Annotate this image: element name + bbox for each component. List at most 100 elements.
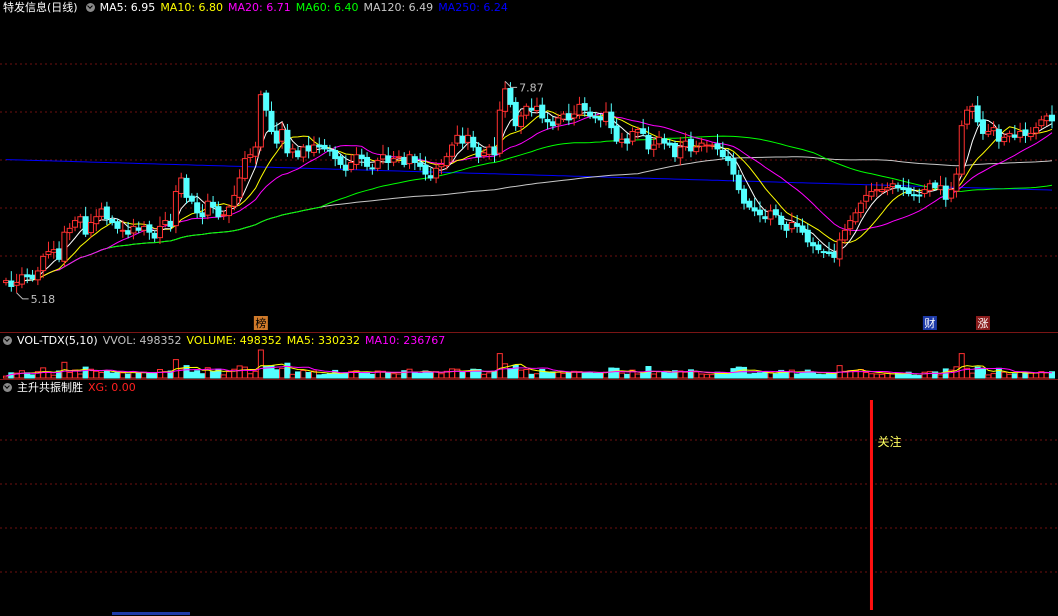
candle xyxy=(661,133,668,150)
chevron-down-icon[interactable] xyxy=(3,335,12,345)
volume-bar xyxy=(390,373,397,379)
candle xyxy=(77,213,84,229)
volume-bar xyxy=(257,349,264,379)
candle xyxy=(815,240,822,254)
volume-bar xyxy=(125,373,132,379)
candle xyxy=(656,130,663,148)
event-marker[interactable]: 榜 xyxy=(253,316,268,330)
candle xyxy=(188,193,195,205)
volume-bar xyxy=(300,369,307,379)
volume-bar xyxy=(77,373,84,379)
candle xyxy=(1033,122,1040,140)
candle xyxy=(953,167,960,198)
event-marker[interactable]: 涨 xyxy=(975,316,990,330)
candle xyxy=(884,182,891,196)
candle xyxy=(555,113,562,131)
volume-bar xyxy=(486,372,493,379)
volume-bar xyxy=(326,373,333,379)
candlestick-chart[interactable]: 7.87 5.18 榜 财 涨 xyxy=(0,16,1058,332)
volume-bar xyxy=(693,371,700,379)
candle xyxy=(231,185,238,211)
chevron-down-icon[interactable] xyxy=(85,2,95,12)
volume-bar xyxy=(518,369,525,379)
ma-label-5: MA250: 6.24 xyxy=(438,1,508,14)
volume-bar xyxy=(1033,372,1040,379)
candle xyxy=(1006,130,1013,143)
candle xyxy=(162,211,169,228)
candle xyxy=(34,266,41,286)
volume-bar xyxy=(279,367,286,379)
volume-legend: VVOL: 498352 VOLUME: 498352 MA5: 330232 MA1… xyxy=(103,334,451,347)
volume-bar xyxy=(820,374,827,379)
candle xyxy=(8,271,15,292)
candle xyxy=(369,163,376,175)
chevron-down-icon[interactable] xyxy=(3,382,12,392)
candle xyxy=(725,149,732,166)
volume-bar xyxy=(985,374,992,379)
volume-bar xyxy=(725,373,732,379)
svg-text:涨: 涨 xyxy=(977,317,988,330)
volume-bar xyxy=(369,373,376,379)
volume-bar xyxy=(98,372,105,379)
scroll-thumb[interactable] xyxy=(112,612,190,615)
volume-bar xyxy=(247,373,254,379)
ma-label-2: MA20: 6.71 xyxy=(228,1,291,14)
candle xyxy=(618,132,625,148)
volume-bar xyxy=(772,373,779,379)
candle xyxy=(772,204,779,218)
candle xyxy=(1001,133,1008,146)
volume-bar xyxy=(295,371,302,379)
volume-bar xyxy=(656,371,663,379)
volume-bar xyxy=(666,372,673,379)
candle xyxy=(66,223,73,241)
candle xyxy=(539,97,546,124)
candle xyxy=(411,153,418,171)
volume-bar xyxy=(93,370,100,379)
candle xyxy=(714,134,721,156)
volume-bar xyxy=(135,372,142,379)
volume-bar xyxy=(921,371,928,379)
indicator-pane: 主升共振制胜 XG: 0.00 关注 xyxy=(0,380,1058,616)
candle xyxy=(61,225,68,267)
candle xyxy=(1027,127,1034,141)
indicator-chart[interactable]: 关注 xyxy=(0,396,1058,616)
event-marker[interactable]: 财 xyxy=(922,316,937,330)
volume-label-0: VVOL: 498352 xyxy=(102,334,182,347)
candle xyxy=(226,204,233,224)
volume-bar xyxy=(50,374,57,379)
ma-legend: MA5: 6.95 MA10: 6.80 MA20: 6.71 MA60: 6.40 M… xyxy=(100,1,513,14)
volume-bar xyxy=(857,369,864,379)
volume-bar xyxy=(507,368,514,379)
candle xyxy=(810,237,817,254)
candle xyxy=(857,200,864,218)
volume-bar xyxy=(146,372,153,379)
candle xyxy=(18,267,25,289)
indicator-legend: XG: 0.00 xyxy=(88,381,141,394)
candle xyxy=(979,111,986,140)
volume-bar xyxy=(640,372,647,379)
volume-bar xyxy=(523,369,530,379)
volume-chart[interactable] xyxy=(0,349,1058,379)
candle xyxy=(788,212,795,233)
candle xyxy=(348,153,355,173)
volume-bar xyxy=(741,366,748,379)
volume-bar xyxy=(618,372,625,379)
volume-bar xyxy=(449,368,456,379)
candle xyxy=(82,206,89,238)
volume-bar xyxy=(746,373,753,379)
volume-bar xyxy=(210,371,217,379)
candle xyxy=(103,201,110,226)
ma-label-0: MA5: 6.95 xyxy=(99,1,156,14)
volume-title: VOL-TDX(5,10) xyxy=(17,334,98,347)
volume-bar xyxy=(937,374,944,379)
volume-bar xyxy=(762,371,769,379)
candle xyxy=(693,140,700,155)
candle xyxy=(156,216,163,245)
high-pointer xyxy=(504,80,518,88)
candle xyxy=(985,123,992,138)
candle xyxy=(257,90,264,152)
candle xyxy=(560,111,567,123)
volume-bar xyxy=(496,353,503,379)
candle xyxy=(146,220,153,240)
volume-bar xyxy=(252,370,259,379)
